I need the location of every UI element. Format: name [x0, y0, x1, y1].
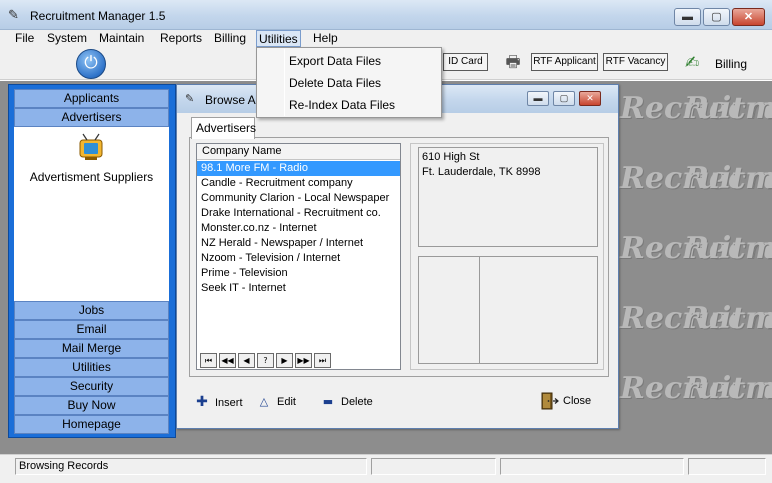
menu-item-reindex-data-files[interactable]: Re-Index Data Files: [289, 98, 395, 112]
title-bar[interactable]: ✎ Recruitment Manager 1.5 ▬ ▢ ✕: [0, 0, 772, 30]
edit-label: Edit: [277, 396, 296, 408]
column-header-company-name[interactable]: Company Name: [197, 144, 400, 160]
logo-image-area: [418, 256, 598, 364]
sidebar-section-label[interactable]: Advertisment Suppliers: [14, 170, 169, 184]
last-record-button[interactable]: ⏭: [314, 353, 331, 368]
next-record-button[interactable]: ▶: [276, 353, 293, 368]
advertiser-details: 610 High St Ft. Lauderdale, TK 8998: [410, 143, 604, 370]
watermark-text: Recruitm: [620, 371, 772, 406]
minimize-button[interactable]: ▬: [674, 8, 701, 26]
tab-panel: Company Name 98.1 More FM - Radio Candle…: [189, 137, 609, 377]
sidebar-item-advertisers[interactable]: Advertisers: [14, 108, 169, 127]
list-item[interactable]: Prime - Television: [197, 266, 400, 281]
exit-door-icon: [541, 392, 559, 410]
delete-button[interactable]: ▬ Delete: [321, 395, 373, 409]
billing-icon[interactable]: ✍: [685, 52, 713, 74]
close-window-button[interactable]: ✕: [732, 8, 765, 26]
app-icon: ✎: [8, 7, 19, 22]
id-card-button[interactable]: ID Card: [443, 53, 488, 71]
power-icon[interactable]: [76, 49, 106, 79]
divider: [479, 257, 480, 363]
edit-button[interactable]: △ Edit: [257, 395, 296, 409]
address-line-2: Ft. Lauderdale, TK 8998: [422, 166, 541, 178]
child-window-title: Browse A: [205, 93, 256, 107]
menu-maintain[interactable]: Maintain: [97, 30, 146, 47]
watermark-text: Recruitm: [620, 161, 772, 196]
tab-advertisers[interactable]: Advertisers: [191, 117, 256, 139]
sidebar-item-homepage[interactable]: Homepage: [14, 415, 169, 434]
previous-record-button[interactable]: ◀: [238, 353, 255, 368]
list-item[interactable]: Candle - Recruitment company: [197, 176, 400, 191]
list-item[interactable]: Community Clarion - Local Newspaper: [197, 191, 400, 206]
company-list[interactable]: Company Name 98.1 More FM - Radio Candle…: [196, 143, 401, 370]
sidebar-item-mail-merge[interactable]: Mail Merge: [14, 339, 169, 358]
menu-file[interactable]: File: [13, 30, 36, 47]
status-panel-4: [688, 458, 766, 475]
menu-item-export-data-files[interactable]: Export Data Files: [289, 54, 381, 68]
sidebar-item-jobs[interactable]: Jobs: [14, 301, 169, 320]
insert-label: Insert: [215, 397, 243, 409]
list-item[interactable]: NZ Herald - Newspaper / Internet: [197, 236, 400, 251]
menu-billing[interactable]: Billing: [212, 30, 248, 47]
sidebar-item-security[interactable]: Security: [14, 377, 169, 396]
insert-button[interactable]: ✚ Insert: [195, 394, 243, 410]
window-icon: ✎: [185, 92, 195, 105]
sidebar-body: Applicants Advertisers Advertisment Supp…: [14, 89, 169, 434]
menu-utilities[interactable]: Utilities: [256, 30, 301, 47]
list-item[interactable]: Monster.co.nz - Internet: [197, 221, 400, 236]
close-label: Close: [563, 394, 592, 407]
utilities-dropdown-menu: Export Data Files Delete Data Files Re-I…: [256, 47, 442, 118]
sidebar: Applicants Advertisers Advertisment Supp…: [8, 84, 176, 438]
tv-icon[interactable]: [76, 133, 106, 161]
previous-page-button[interactable]: ◀◀: [219, 353, 236, 368]
first-record-button[interactable]: ⏮: [200, 353, 217, 368]
child-minimize-button[interactable]: ▬: [527, 91, 549, 106]
list-item[interactable]: Nzoom - Television / Internet: [197, 251, 400, 266]
window-title: Recruitment Manager 1.5: [30, 9, 166, 23]
sidebar-item-utilities[interactable]: Utilities: [14, 358, 169, 377]
watermark-text: Recruitm: [620, 301, 772, 336]
menu-system[interactable]: System: [45, 30, 89, 47]
list-item[interactable]: 98.1 More FM - Radio: [197, 161, 400, 176]
browse-advertisers-window: ✎ Browse A ▬ ▢ ✕ Advertisers Company Nam…: [176, 84, 619, 429]
search-record-button[interactable]: ?: [257, 353, 274, 368]
menu-bar: File System Maintain Reports Billing Uti…: [0, 30, 772, 47]
child-maximize-button[interactable]: ▢: [553, 91, 575, 106]
status-panel-3: [500, 458, 684, 475]
watermark-text: Recruitm: [620, 231, 772, 266]
menu-help[interactable]: Help: [311, 30, 340, 47]
sidebar-item-buy-now[interactable]: Buy Now: [14, 396, 169, 415]
close-button[interactable]: Close: [539, 391, 592, 410]
menu-reports[interactable]: Reports: [158, 30, 204, 47]
menu-item-delete-data-files[interactable]: Delete Data Files: [289, 76, 381, 90]
status-text: Browsing Records: [15, 458, 367, 475]
sidebar-item-applicants[interactable]: Applicants: [14, 89, 169, 108]
minus-icon: ▬: [322, 395, 334, 408]
plus-icon: ✚: [196, 394, 208, 410]
maximize-button[interactable]: ▢: [703, 8, 730, 26]
sidebar-item-email[interactable]: Email: [14, 320, 169, 339]
status-bar: Browsing Records: [0, 454, 772, 483]
rtf-vacancy-button[interactable]: RTF Vacancy: [603, 53, 668, 71]
billing-button-label[interactable]: Billing: [715, 57, 747, 71]
next-page-button[interactable]: ▶▶: [295, 353, 312, 368]
printer-icon[interactable]: 🖶: [501, 51, 525, 73]
watermark-text: Recruitm: [620, 91, 772, 126]
list-item[interactable]: Drake International - Recruitment co.: [197, 206, 400, 221]
address-field[interactable]: 610 High St Ft. Lauderdale, TK 8998: [418, 147, 598, 247]
menu-gutter: [284, 49, 285, 116]
address-line-1: 610 High St: [422, 151, 480, 163]
delete-label: Delete: [341, 396, 373, 408]
rtf-applicant-button[interactable]: RTF Applicant: [531, 53, 598, 71]
status-panel-2: [371, 458, 496, 475]
triangle-icon: △: [259, 395, 269, 408]
list-item[interactable]: Seek IT - Internet: [197, 281, 400, 296]
child-close-button[interactable]: ✕: [579, 91, 601, 106]
